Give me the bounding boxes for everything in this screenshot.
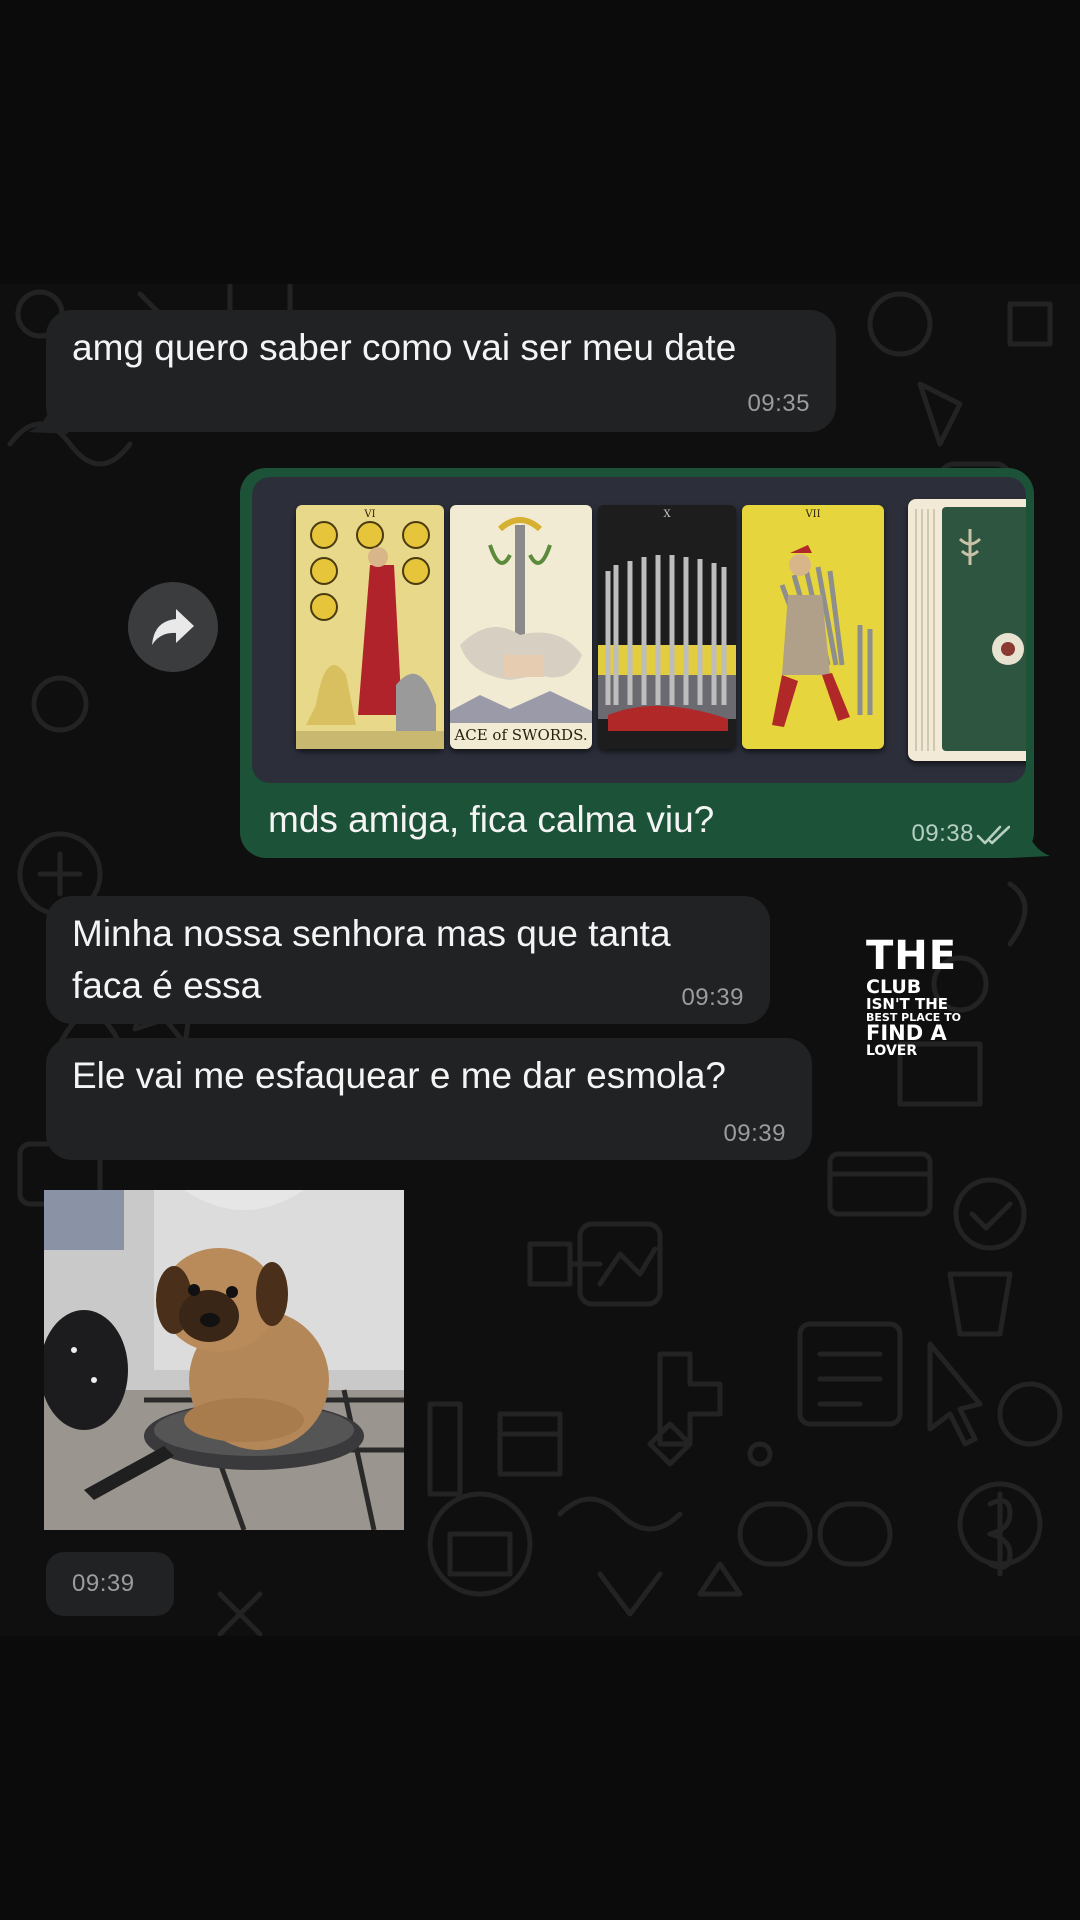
tarot-cards-image[interactable]: VI ACE of SWORDS. X VII (252, 477, 1026, 783)
incoming-message-bubble[interactable]: Ele vai me esfaquear e me dar esmola? 09… (46, 1038, 812, 1160)
message-timestamp: 09:39 (681, 984, 744, 1011)
forward-button[interactable] (128, 582, 218, 672)
message-text: amg quero saber como vai ser meu date (72, 327, 737, 368)
puppy-in-pan-photo[interactable] (44, 1190, 404, 1530)
bubble-tail (28, 400, 68, 434)
watermark-line: THE (866, 933, 958, 979)
message-timestamp: 09:38 (911, 820, 974, 847)
incoming-message-bubble[interactable]: amg quero saber como vai ser meu date 09… (46, 310, 836, 432)
tarot-card-ten-of-swords: X (598, 505, 736, 749)
tarot-deck (908, 499, 1026, 761)
chat-screen: amg quero saber como vai ser meu date 09… (0, 0, 1080, 1920)
message-timestamp: 09:39 (723, 1120, 786, 1147)
photo-timestamp-pill: 09:39 (46, 1552, 174, 1616)
bubble-tail (1010, 824, 1050, 858)
double-check-icon (976, 825, 1011, 845)
incoming-message-bubble[interactable]: Minha nossa senhora mas que tanta faca é… (46, 896, 770, 1024)
forward-arrow-icon (152, 609, 194, 645)
tarot-card-seven-of-swords: VII (742, 505, 884, 749)
message-text: Ele vai me esfaquear e me dar esmola? (72, 1055, 727, 1096)
watermark-line: LOVER (866, 1043, 918, 1059)
card-label: ACE of SWORDS. (454, 726, 588, 744)
watermark-line: FIND A (866, 1021, 947, 1045)
image-caption: mds amiga, fica calma viu? (268, 799, 715, 840)
watermark-line: ISN'T THE (866, 995, 949, 1013)
watermark-logo: THE CLUB ISN'T THE BEST PLACE TO FIND A … (866, 936, 961, 1058)
message-timestamp: 09:35 (747, 390, 810, 417)
message-text: Minha nossa senhora mas que tanta faca é… (72, 913, 671, 1006)
message-timestamp: 09:39 (72, 1570, 135, 1597)
tarot-card-six-of-pentacles: VI (296, 505, 444, 749)
tarot-card-ace-of-swords: ACE of SWORDS. (450, 505, 592, 749)
